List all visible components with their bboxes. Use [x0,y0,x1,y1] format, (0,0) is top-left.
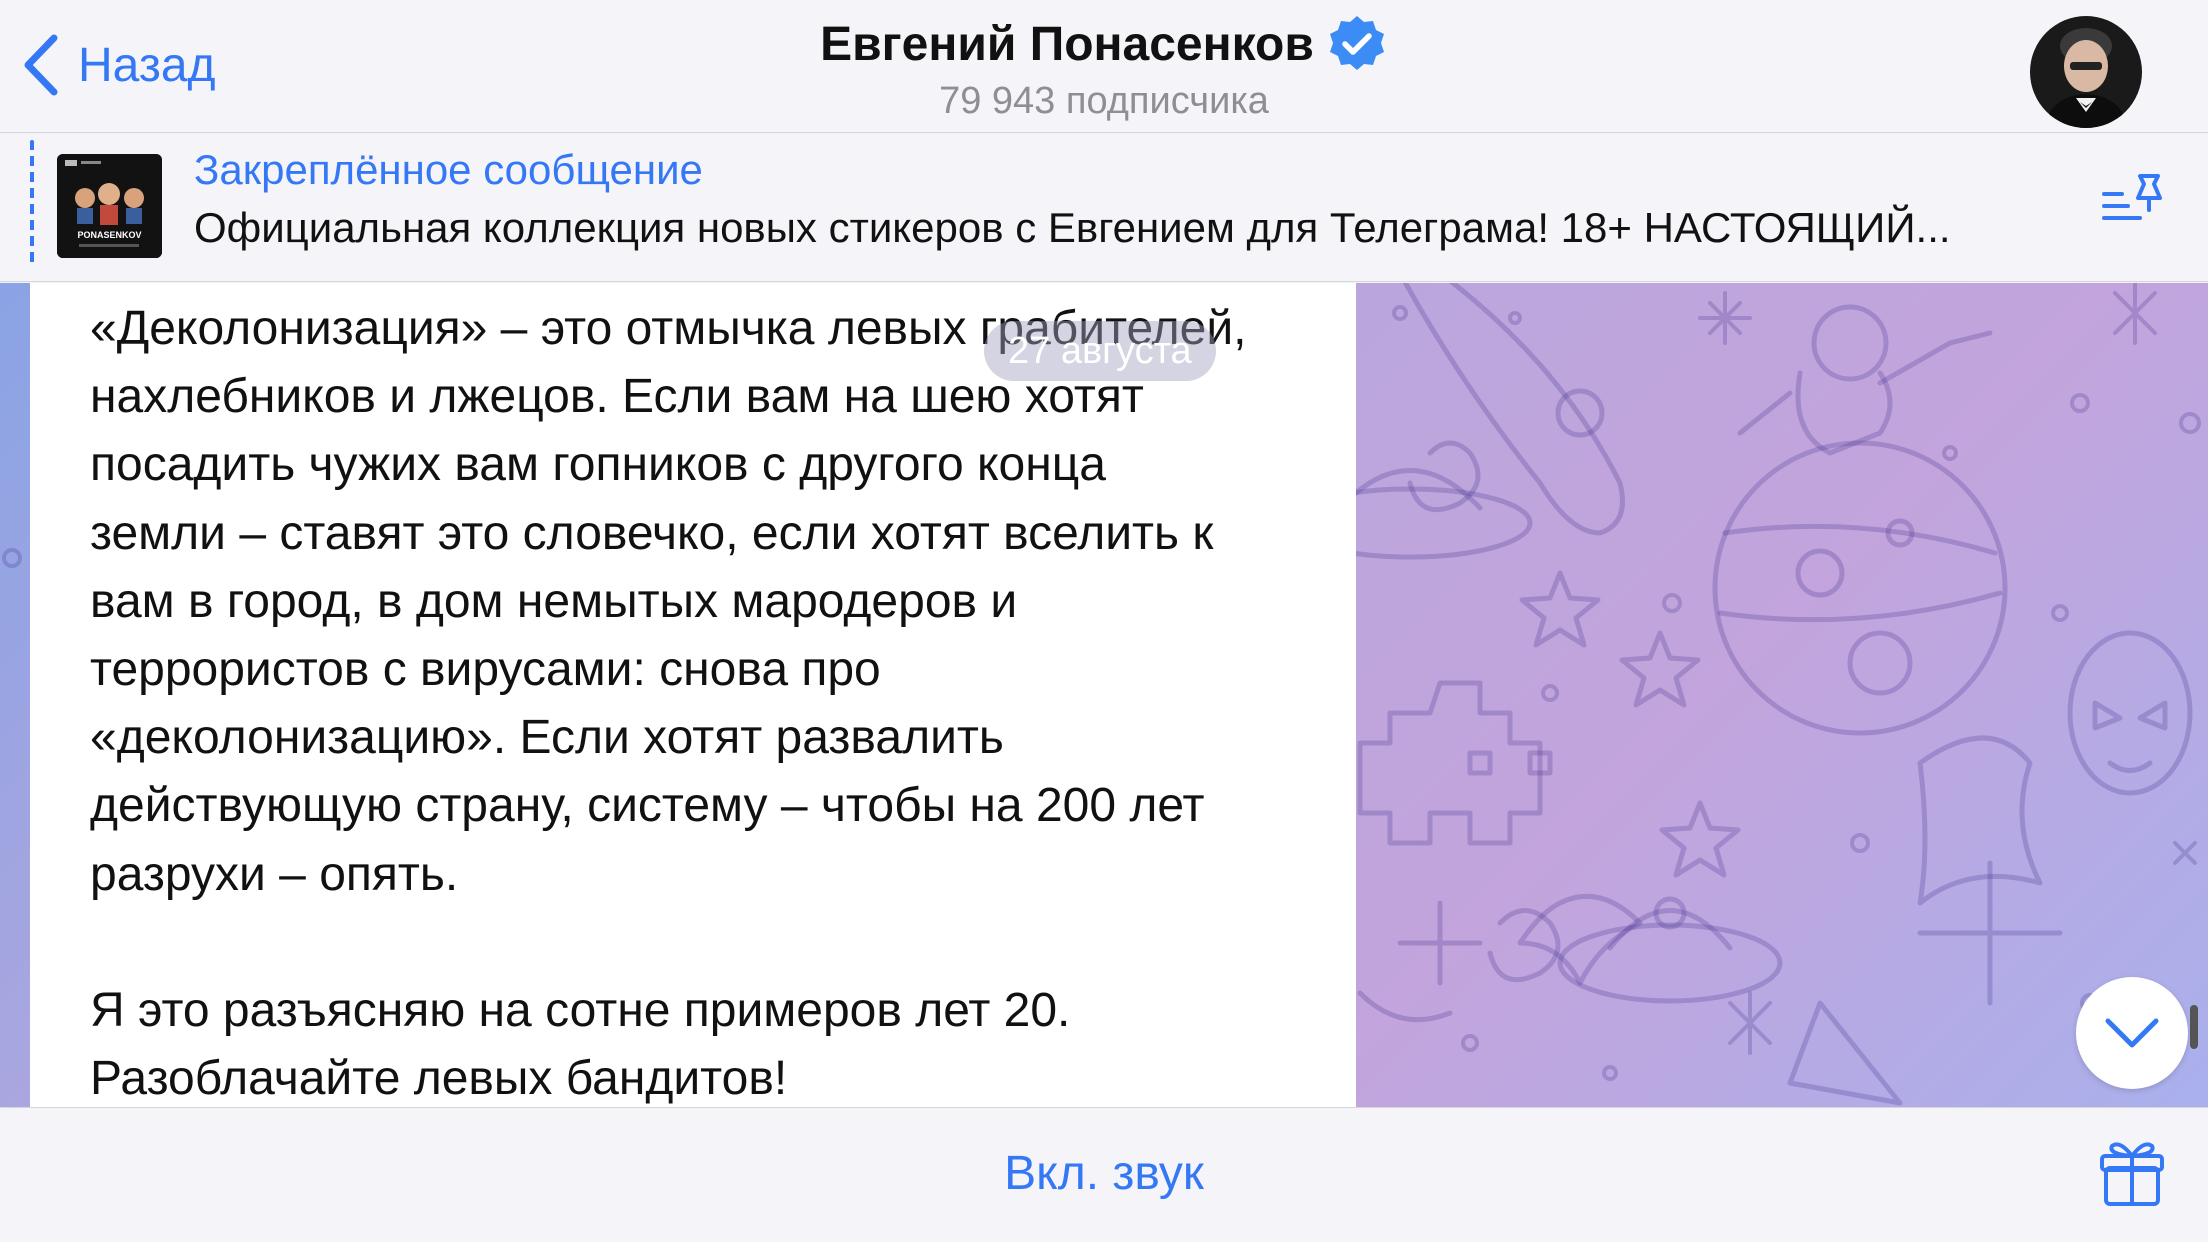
pinned-indicator [30,140,34,268]
avatar-image [2030,16,2142,128]
unmute-button[interactable]: Вкл. звук [0,1146,2208,1201]
avatar[interactable] [2030,16,2142,128]
chat-header: Назад Евгений Понасенков 79 943 подписчи… [0,0,2208,133]
gift-icon[interactable] [2100,1138,2164,1208]
pinned-thumb-caption: PONASENKOV [77,230,141,240]
channel-title: Евгений Понасенков [820,17,1314,71]
scroll-down-button[interactable] [2076,977,2188,1089]
date-separator: 27 августа [984,321,1216,381]
message-line: действующую страну, систему – чтобы на 2… [90,779,1205,833]
message-line: земли – ставят это словечко, если хотят … [90,506,1214,560]
bottom-bar: Вкл. звук [0,1107,2208,1242]
pinned-text: Официальная коллекция новых стикеров с Е… [194,204,1951,251]
pinned-list-icon[interactable] [2100,170,2164,234]
message-line: террористов с вирусами: снова про [90,643,881,697]
message-line: посадить чужих вам гопников с другого ко… [90,438,1106,492]
verified-badge-icon [1329,16,1384,70]
chevron-down-icon [2105,1018,2159,1048]
message-text: «Деколонизация» – это отмычка левых граб… [90,295,1350,1107]
message-line: Разоблачайте левых бандитов! [90,1052,788,1106]
message-line: разрухи – опять. [90,847,459,901]
message-line: Я это разъясняю на сотне примеров лет 20… [90,984,1071,1038]
message-bubble[interactable]: «Деколонизация» – это отмычка левых граб… [30,283,1356,1107]
message-line: «деколонизацию». Если хотят развалить [90,711,1004,765]
pinned-message-bar[interactable]: PONASENKOV Закреплённое сообщение Официа… [0,134,2208,282]
chat-area[interactable]: «Деколонизация» – это отмычка левых граб… [0,283,2208,1107]
subscriber-count: 79 943 подписчика [939,80,1269,122]
scrollbar[interactable] [2190,1005,2198,1049]
message-line: вам в город, в дом немытых мародеров и [90,574,1018,628]
pinned-title: Закреплённое сообщение [194,146,703,193]
channel-title-block[interactable]: Евгений Понасенков 79 943 подписчика [0,14,2208,123]
pinned-thumbnail: PONASENKOV [57,154,162,258]
